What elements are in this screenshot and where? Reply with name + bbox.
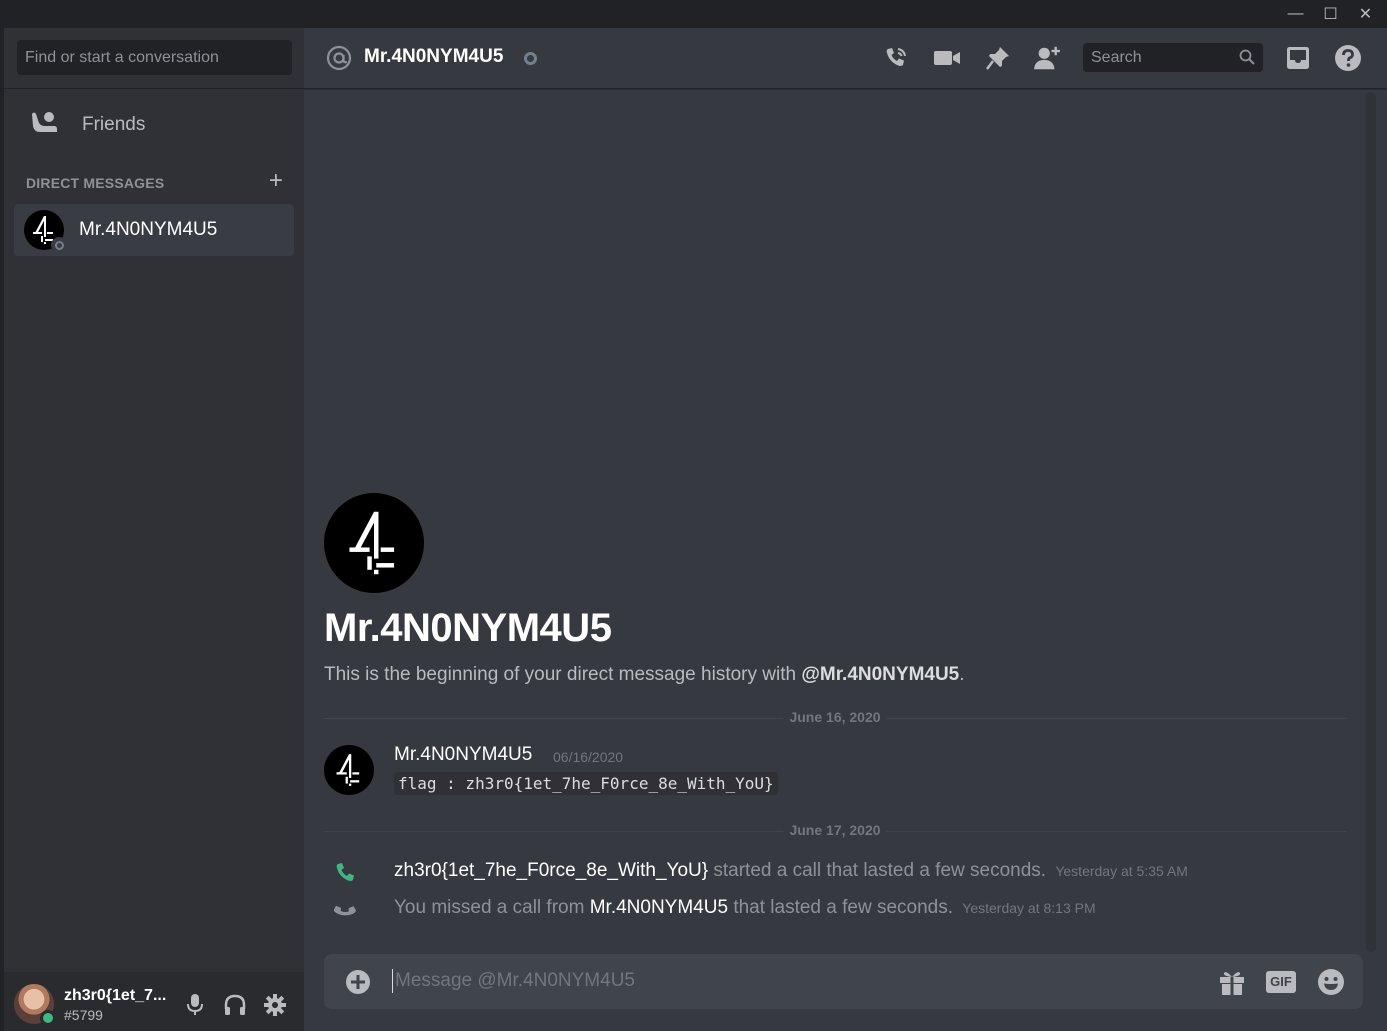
at-sign-icon: [326, 45, 352, 71]
message-content-code: flag : zh3r0{1et_7he_F0rce_8e_With_YoU}: [394, 772, 778, 795]
chat-header: Mr.4N0NYM4U5 Search: [304, 28, 1387, 89]
missed-call-text: that lasted a few seconds.: [728, 897, 954, 918]
inbox-button[interactable]: [1284, 44, 1312, 72]
microphone-icon: [187, 994, 203, 1015]
sidebar-search-container: Find or start a conversation: [4, 28, 304, 89]
start-voice-call-icon: [886, 48, 906, 66]
create-dm-button[interactable]: +: [266, 169, 286, 193]
maximize-button[interactable]: ☐: [1313, 0, 1348, 28]
friends-label: Friends: [82, 114, 146, 135]
main-chat-area: Mr.4N0NYM4U5 Search Mr.4N0NYM4U5 This is…: [304, 28, 1387, 1031]
message-timestamp: 06/16/2020: [553, 749, 624, 765]
add-user-icon: [1034, 46, 1060, 70]
call-actor[interactable]: zh3r0{1et_7he_F0rce_8e_With_YoU}: [394, 860, 708, 881]
missed-call-icon-wrap: [334, 898, 358, 922]
call-timestamp: Yesterday at 5:35 AM: [1055, 863, 1188, 879]
dm-sidebar: Find or start a conversation Friends DIR…: [4, 28, 304, 1031]
offline-status-indicator: [51, 237, 67, 253]
user-panel: zh3r0{1et_7... #5799: [4, 972, 304, 1031]
message-input[interactable]: Message @Mr.4N0NYM4U5: [392, 969, 635, 993]
upload-add-icon[interactable]: [344, 968, 372, 996]
call-started-icon: [336, 863, 354, 881]
message-composer: Message @Mr.4N0NYM4U5 GIF: [324, 954, 1363, 1009]
missed-call-actor[interactable]: Mr.4N0NYM4U5: [590, 897, 728, 918]
call-system-message-icon-wrap: [334, 861, 358, 885]
date-divider: June 16, 2020: [324, 709, 1346, 725]
call-system-message: zh3r0{1et_7he_F0rce_8e_With_YoU} started…: [394, 860, 1188, 882]
missed-call-icon: [334, 905, 356, 916]
message-avatar[interactable]: [324, 745, 374, 795]
user-settings-button[interactable]: [262, 992, 288, 1018]
mute-button[interactable]: [182, 992, 208, 1018]
missed-call-timestamp: Yesterday at 8:13 PM: [962, 900, 1096, 916]
gif-button[interactable]: GIF: [1266, 967, 1296, 997]
start-video-call-icon: [934, 51, 960, 65]
dm-list-item[interactable]: Mr.4N0NYM4U5: [14, 204, 294, 256]
gear-icon: [264, 994, 286, 1016]
chat-header-title: Mr.4N0NYM4U5: [364, 46, 504, 67]
pin-icon: [986, 47, 1009, 70]
dm-intro-text: This is the beginning of your direct mes…: [324, 664, 965, 686]
pinned-messages-button[interactable]: [984, 44, 1012, 72]
call-text: started a call that lasted a few seconds…: [708, 860, 1047, 881]
close-button[interactable]: ✕: [1348, 0, 1383, 28]
friends-icon: [30, 110, 82, 140]
date-divider: June 17, 2020: [324, 822, 1346, 838]
start-video-call-button[interactable]: [933, 44, 961, 72]
intro-text-after: .: [959, 664, 965, 685]
date-divider-label: June 17, 2020: [783, 822, 887, 838]
dm-intro-avatar: [324, 493, 424, 593]
missed-call-prefix: You missed a call from: [394, 897, 590, 918]
add-friend-to-dm-button[interactable]: [1034, 44, 1062, 72]
avatar: [24, 210, 67, 253]
dm-item-name: Mr.4N0NYM4U5: [79, 219, 218, 240]
gift-icon: [1220, 972, 1244, 995]
friends-nav-item[interactable]: Friends: [14, 100, 294, 150]
offline-status-indicator: [524, 52, 537, 65]
emoji-icon: [1318, 969, 1344, 995]
online-status-indicator: [40, 1010, 56, 1026]
channel4-logo-icon: [349, 511, 395, 575]
user-discriminator: #5799: [64, 1007, 103, 1023]
date-divider-label: June 16, 2020: [783, 709, 887, 725]
search-placeholder: Search: [1091, 49, 1142, 66]
intro-text-before: This is the beginning of your direct mes…: [324, 664, 802, 685]
help-button[interactable]: [1334, 44, 1362, 72]
inbox-icon: [1287, 47, 1309, 69]
minimize-button[interactable]: —: [1278, 0, 1313, 28]
start-voice-call-button[interactable]: [882, 44, 910, 72]
search-icon: [1239, 49, 1255, 65]
missed-call-system-message: You missed a call from Mr.4N0NYM4U5 that…: [394, 897, 1096, 919]
gift-button[interactable]: [1217, 967, 1247, 997]
messages-scrollbar[interactable]: [1366, 92, 1376, 952]
user-name: zh3r0{1et_7...: [64, 987, 167, 1004]
emoji-button[interactable]: [1316, 967, 1346, 997]
dm-intro-name: Mr.4N0NYM4U5: [324, 606, 612, 650]
headphones-icon: [224, 994, 246, 1015]
intro-mention[interactable]: @Mr.4N0NYM4U5: [801, 664, 959, 685]
deafen-button[interactable]: [222, 992, 248, 1018]
search-input[interactable]: Search: [1083, 43, 1263, 72]
direct-messages-header: DIRECT MESSAGES +: [26, 169, 286, 195]
message-author[interactable]: Mr.4N0NYM4U5: [394, 744, 532, 766]
gif-icon: GIF: [1266, 971, 1296, 993]
help-icon: [1335, 45, 1361, 71]
channel4-logo-icon: [336, 754, 360, 786]
window-titlebar: — ☐ ✕: [0, 0, 1387, 28]
find-conversation-input[interactable]: Find or start a conversation: [17, 40, 292, 75]
direct-messages-label: DIRECT MESSAGES: [26, 175, 165, 191]
